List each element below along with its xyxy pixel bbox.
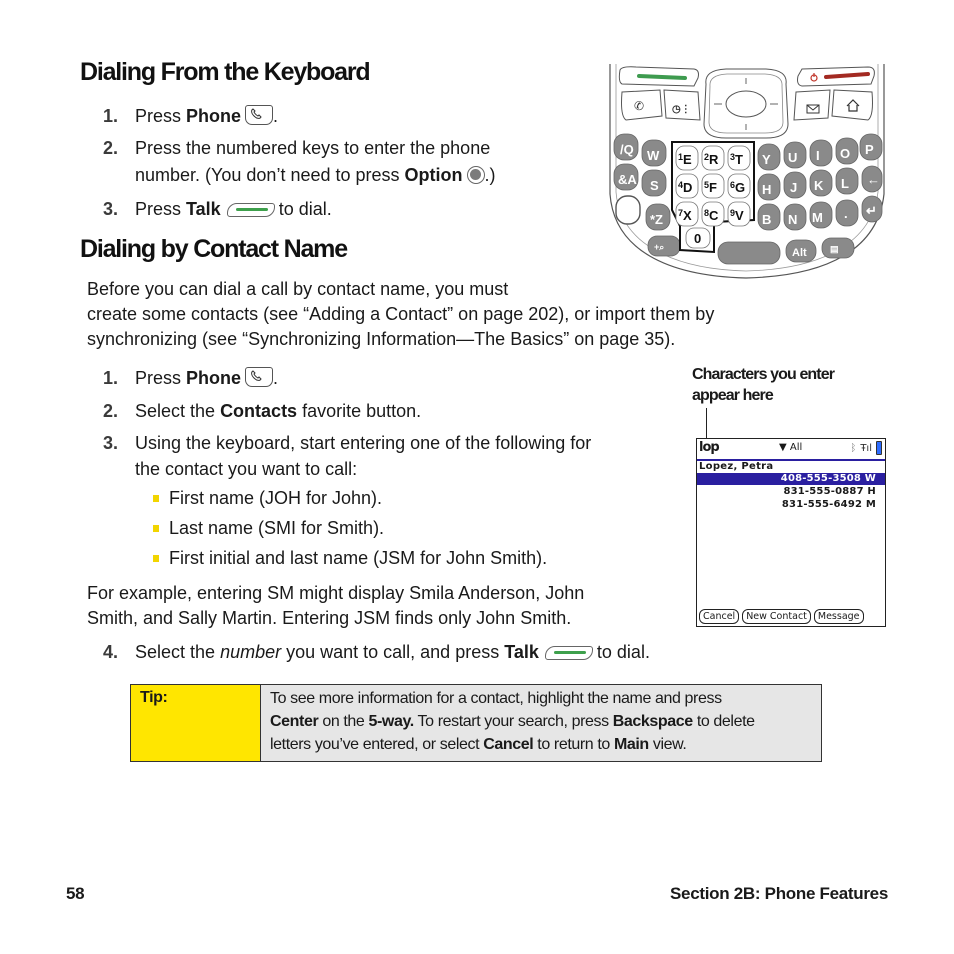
phone-app-key: ✆ xyxy=(621,89,663,121)
svg-text:M: M xyxy=(812,210,823,225)
tip-content: To see more information for a contact, h… xyxy=(261,685,821,761)
phone-number-item[interactable]: 408-555-3508 W xyxy=(697,473,885,485)
cancel-button[interactable]: Cancel xyxy=(699,609,740,624)
svg-text:O: O xyxy=(840,146,850,161)
bullet-marker xyxy=(153,525,159,532)
phone-number-item[interactable]: 831-555-0887 H xyxy=(697,486,885,498)
keyboard-figure: ✆ ◷⋮ /Q W &A S *Z Y U I O P H J K L ← B … xyxy=(606,64,888,286)
svg-text:Y: Y xyxy=(762,152,771,167)
svg-text:&A: &A xyxy=(618,172,637,187)
contact-name[interactable]: Lopez, Petra xyxy=(699,461,773,472)
phone-key-icon xyxy=(245,105,274,125)
svg-text:K: K xyxy=(814,178,824,193)
svg-text:H: H xyxy=(762,182,771,197)
svg-text:I: I xyxy=(816,148,820,163)
svg-text:U: U xyxy=(788,150,797,165)
svg-text:+⌕: +⌕ xyxy=(654,242,664,252)
figure-caption: Characters you enter appear here xyxy=(692,366,835,404)
svg-text:P: P xyxy=(865,142,874,157)
svg-text:B: B xyxy=(762,212,771,227)
talk-button xyxy=(618,66,699,87)
svg-text:J: J xyxy=(790,180,797,195)
signal-icon: Ŧıl xyxy=(860,442,872,454)
bluetooth-icon: ᛒ xyxy=(850,442,857,454)
bullet-marker xyxy=(153,495,159,502)
svg-text:N: N xyxy=(788,212,797,227)
talk-key-icon xyxy=(226,203,275,217)
option-key xyxy=(615,195,641,225)
section-heading-contact-name: Dialing by Contact Name xyxy=(80,235,348,263)
tip-box: Tip: To see more information for a conta… xyxy=(130,684,822,762)
battery-icon xyxy=(876,441,882,455)
svg-text:◷⋮: ◷⋮ xyxy=(672,104,691,115)
svg-text:←: ← xyxy=(867,172,880,187)
phone-key-icon xyxy=(245,367,274,387)
svg-text:✆: ✆ xyxy=(634,99,644,113)
svg-text:Alt: Alt xyxy=(792,247,807,259)
svg-text:W: W xyxy=(647,148,660,163)
section-footer: Section 2B: Phone Features xyxy=(670,884,888,903)
svg-text:↵: ↵ xyxy=(866,203,877,218)
page-number: 58 xyxy=(66,884,85,903)
category-dropdown[interactable]: ▼ All xyxy=(779,442,802,453)
svg-text:/Q: /Q xyxy=(620,142,634,157)
svg-text:0: 0 xyxy=(694,231,701,246)
calendar-app-key: ◷⋮ xyxy=(663,89,701,121)
new-contact-button[interactable]: New Contact xyxy=(742,609,811,624)
five-way-navigator xyxy=(703,68,789,139)
option-key-icon xyxy=(466,166,485,184)
bullet-marker xyxy=(153,555,159,562)
example-paragraph: For example, entering SM might display S… xyxy=(87,583,585,628)
message-button[interactable]: Message xyxy=(813,609,864,624)
search-query-field[interactable]: lop xyxy=(699,440,720,455)
mail-app-key xyxy=(793,89,831,121)
step-number: 1. xyxy=(103,106,119,126)
caption-leader-line xyxy=(706,408,707,438)
screen-title-bar: lop ▼ All ᛒ Ŧıl xyxy=(697,439,885,461)
status-icons: ᛒ Ŧıl xyxy=(850,441,882,455)
contacts-search-screen: lop ▼ All ᛒ Ŧıl Lopez, Petra 408-555-350… xyxy=(696,438,886,627)
intro-paragraph: Before you can dial a call by contact na… xyxy=(87,279,715,349)
svg-text:L: L xyxy=(841,176,849,191)
talk-key-icon xyxy=(544,646,593,660)
svg-text:*Z: *Z xyxy=(650,212,663,227)
svg-text:S: S xyxy=(650,178,659,193)
home-app-key xyxy=(831,89,873,121)
svg-text:.: . xyxy=(844,206,848,221)
svg-text:▤: ▤ xyxy=(830,244,839,254)
end-power-button xyxy=(797,66,875,87)
tip-label: Tip: xyxy=(131,685,261,761)
screen-button-row: Cancel New Contact Message xyxy=(699,609,864,624)
dropdown-arrow-icon: ▼ xyxy=(779,442,790,453)
phone-number-item[interactable]: 831-555-6492 M xyxy=(697,499,885,511)
section-heading-keyboard: Dialing From the Keyboard xyxy=(80,58,371,86)
